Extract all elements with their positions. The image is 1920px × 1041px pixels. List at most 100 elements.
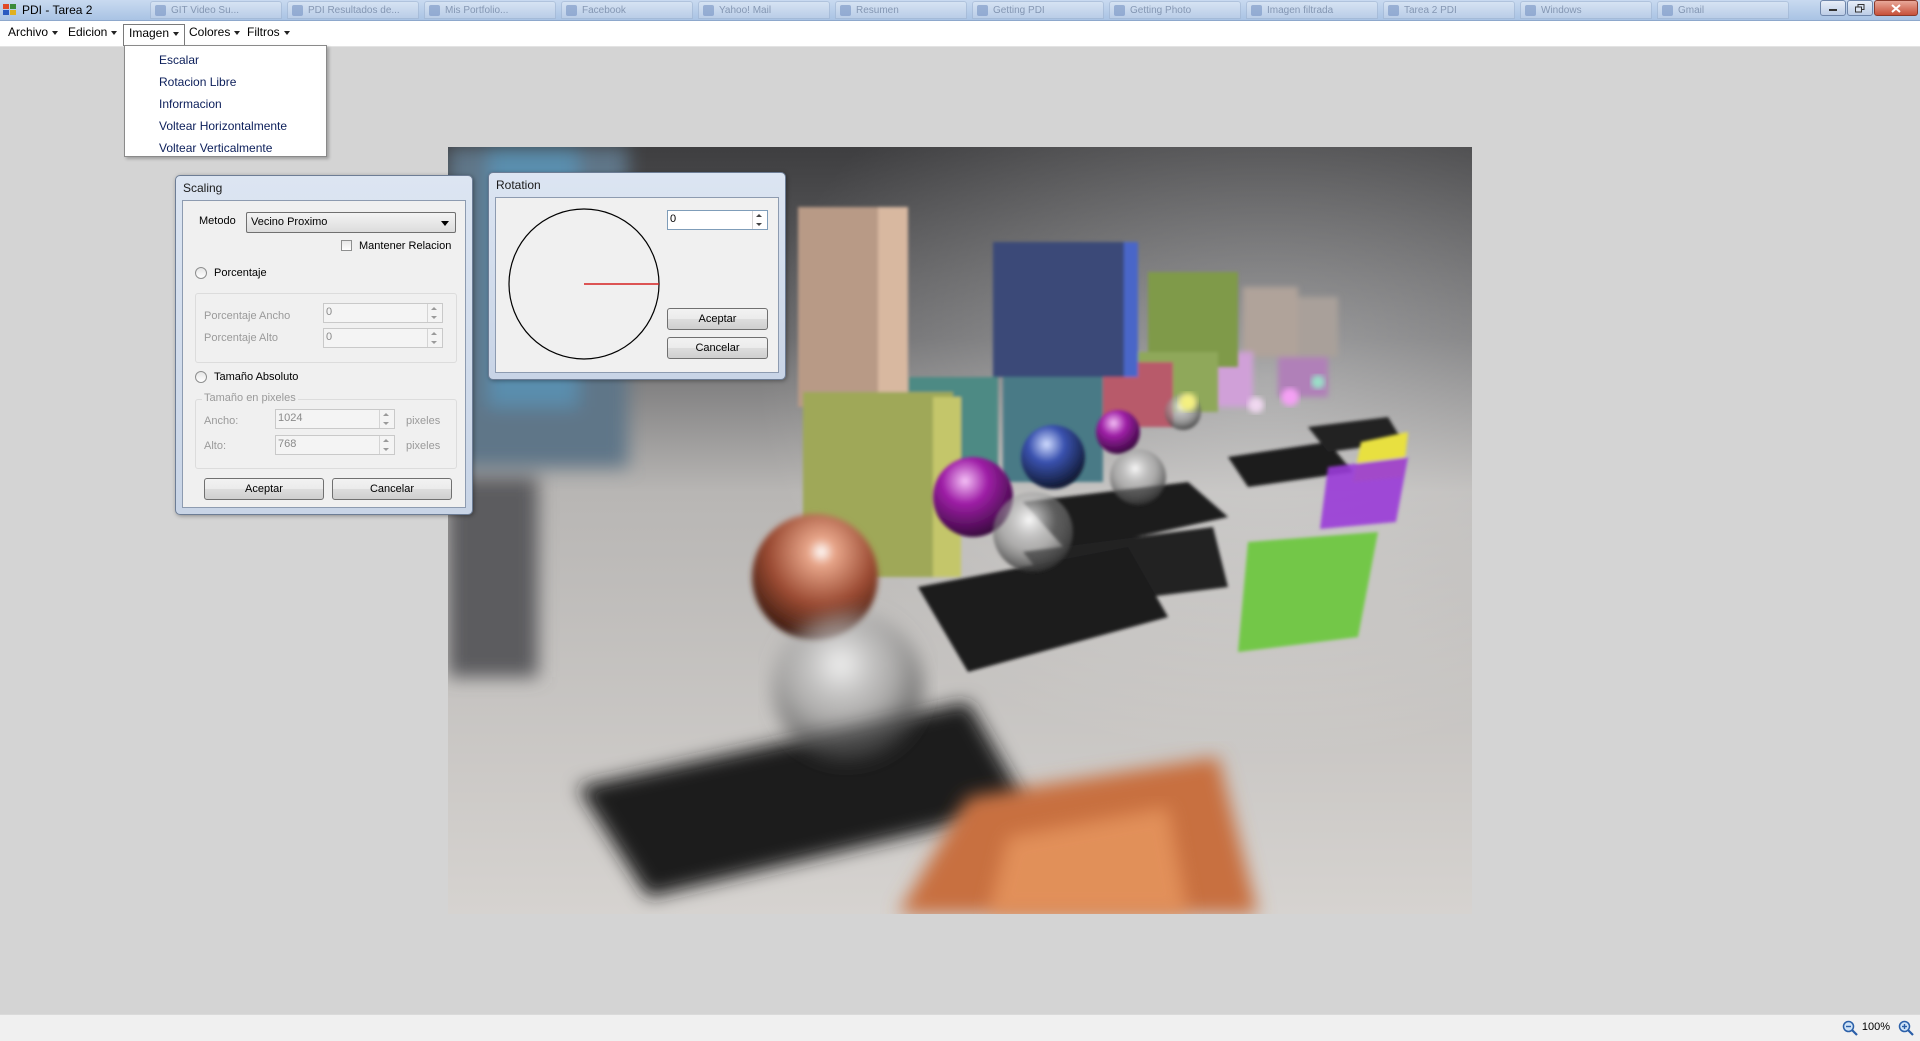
background-tab[interactable]: Yahoo! Mail (698, 1, 830, 19)
status-bar: 100% (0, 1014, 1920, 1041)
background-tab[interactable]: Windows (1520, 1, 1652, 19)
restore-button[interactable] (1847, 0, 1873, 16)
background-tab[interactable]: Gmail (1657, 1, 1789, 19)
scaling-aceptar-button[interactable]: Aceptar (204, 478, 324, 500)
menu-item-escalar[interactable]: Escalar (125, 49, 326, 71)
zoom-out-icon[interactable] (1842, 1020, 1858, 1036)
mantener-relacion-checkbox[interactable] (341, 240, 352, 251)
spin-buttons[interactable] (427, 304, 442, 322)
chevron-down-icon (111, 30, 118, 35)
menu-filtros[interactable]: Filtros (242, 24, 295, 42)
background-tab[interactable]: Resumen (835, 1, 967, 19)
background-tab[interactable]: Facebook (561, 1, 693, 19)
menu-item-rotacion-libre[interactable]: Rotacion Libre (125, 71, 326, 93)
tab-favicon-icon (1114, 5, 1125, 16)
background-tab[interactable]: GIT Video Su... (150, 1, 282, 19)
rotation-dialog: Rotation 0 Aceptar Cancelar (488, 172, 786, 380)
spin-down-icon (756, 223, 762, 226)
menu-edicion[interactable]: Edicion (63, 24, 122, 42)
tab-favicon-icon (292, 5, 303, 16)
menu-item-informacion[interactable]: Informacion (125, 93, 326, 115)
menu-bar: Archivo Edicion Imagen Colores Filtros (0, 21, 1920, 47)
spin-up-icon (383, 413, 389, 416)
menu-item-voltear-horizontalmente[interactable]: Voltear Horizontalmente (125, 115, 326, 137)
rotation-dialog-body: 0 Aceptar Cancelar (495, 197, 779, 373)
zoom-level: 100% (1861, 1021, 1890, 1033)
porcentaje-label: Porcentaje (214, 267, 267, 279)
background-tab[interactable]: Getting Photo (1109, 1, 1241, 19)
chevron-down-icon (283, 30, 290, 35)
window-controls (1820, 0, 1918, 18)
background-tab[interactable]: Imagen filtrada (1246, 1, 1378, 19)
window-title: PDI - Tarea 2 (22, 3, 93, 17)
tab-favicon-icon (566, 5, 577, 16)
alto-input[interactable]: 768 (275, 435, 395, 455)
rotation-angle-input[interactable]: 0 (667, 210, 768, 230)
tamano-group: Tamaño en pixeles Ancho: 1024 pixeles Al… (195, 392, 457, 469)
ancho-label: Ancho: (204, 415, 239, 427)
imagen-dropdown-menu: Escalar Rotacion Libre Informacion Volte… (124, 45, 327, 157)
window-title-bar: PDI - Tarea 2 GIT Video Su... PDI Result… (0, 0, 1920, 21)
spin-down-icon (383, 422, 389, 425)
minimize-icon (1829, 9, 1837, 11)
dialog-title: Rotation (496, 178, 541, 192)
close-icon (1891, 3, 1901, 13)
spin-buttons[interactable] (379, 410, 394, 428)
tab-favicon-icon (429, 5, 440, 16)
chevron-down-icon (234, 30, 241, 35)
porcentaje-alto-input[interactable]: 0 (323, 328, 443, 348)
minimize-button[interactable] (1820, 0, 1846, 16)
porcentaje-ancho-input[interactable]: 0 (323, 303, 443, 323)
spin-buttons[interactable] (379, 436, 394, 454)
close-button[interactable] (1874, 0, 1918, 16)
metodo-select[interactable]: Vecino Proximo (246, 212, 456, 233)
tamano-absoluto-label: Tamaño Absoluto (214, 371, 299, 383)
spin-buttons[interactable] (427, 329, 442, 347)
porcentaje-radio[interactable] (195, 267, 207, 279)
mantener-relacion-label: Mantener Relacion (359, 240, 452, 252)
scaling-dialog-body: Metodo Vecino Proximo Mantener Relacion … (182, 200, 466, 508)
tab-favicon-icon (155, 5, 166, 16)
background-tab[interactable]: PDI Resultados de... (287, 1, 419, 19)
background-tab[interactable]: Getting PDI (972, 1, 1104, 19)
menu-archivo[interactable]: Archivo (3, 24, 63, 42)
tab-favicon-icon (1525, 5, 1536, 16)
menu-colores[interactable]: Colores (184, 24, 245, 42)
rotation-dial[interactable] (506, 206, 662, 362)
background-tab[interactable]: Tarea 2 PDI (1383, 1, 1515, 19)
menu-imagen[interactable]: Imagen (123, 24, 186, 46)
chevron-down-icon (52, 30, 59, 35)
scaling-cancelar-button[interactable]: Cancelar (332, 478, 452, 500)
tamano-absoluto-radio[interactable] (195, 371, 207, 383)
background-tab-strip: GIT Video Su... PDI Resultados de... Mis… (150, 1, 1810, 19)
dialog-title: Scaling (183, 181, 223, 195)
tamano-group-legend: Tamaño en pixeles (202, 392, 298, 404)
rotation-cancelar-button[interactable]: Cancelar (667, 337, 768, 359)
porcentaje-ancho-label: Porcentaje Ancho (204, 310, 291, 322)
chevron-down-icon (173, 31, 180, 36)
tab-favicon-icon (1662, 5, 1673, 16)
metodo-label: Metodo (199, 215, 236, 227)
spin-down-icon (431, 316, 437, 319)
scaling-dialog: Scaling Metodo Vecino Proximo Mantener R… (175, 175, 473, 515)
ancho-unit: pixeles (406, 415, 441, 427)
porcentaje-group: Porcentaje Ancho 0 Porcentaje Alto 0 (195, 293, 457, 363)
restore-icon (1855, 3, 1865, 12)
rotation-aceptar-button[interactable]: Aceptar (667, 308, 768, 330)
app-icon (3, 4, 16, 15)
menu-item-voltear-verticalmente[interactable]: Voltear Verticalmente (125, 137, 326, 159)
alto-label: Alto: (204, 440, 227, 452)
spin-up-icon (756, 214, 762, 217)
spin-down-icon (383, 448, 389, 451)
tab-favicon-icon (840, 5, 851, 16)
zoom-in-icon[interactable] (1898, 1020, 1914, 1036)
porcentaje-alto-label: Porcentaje Alto (204, 332, 278, 344)
background-tab[interactable]: Mis Portfolio... (424, 1, 556, 19)
tab-favicon-icon (703, 5, 714, 16)
tab-favicon-icon (1388, 5, 1399, 16)
ancho-input[interactable]: 1024 (275, 409, 395, 429)
tab-favicon-icon (977, 5, 988, 16)
spin-buttons[interactable] (752, 211, 767, 229)
tab-favicon-icon (1251, 5, 1262, 16)
spin-down-icon (431, 341, 437, 344)
